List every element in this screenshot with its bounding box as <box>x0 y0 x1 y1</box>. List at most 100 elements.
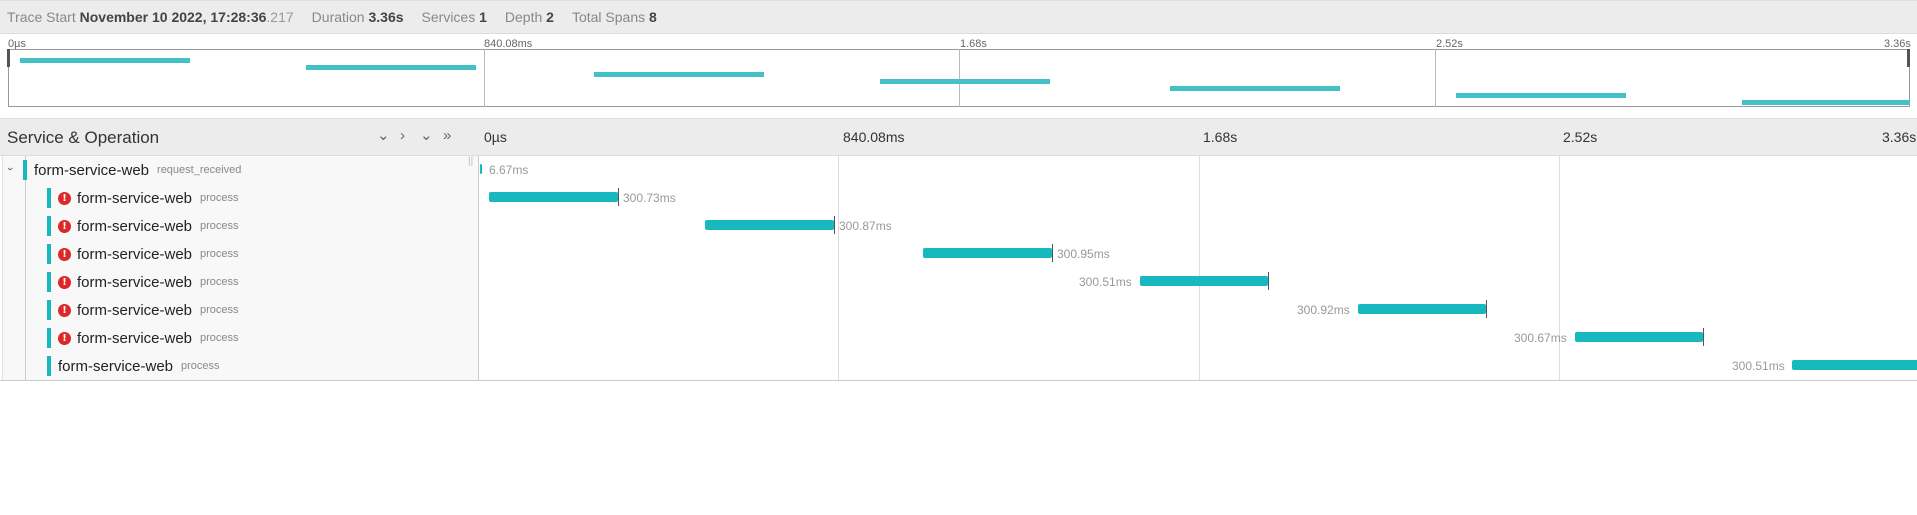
service-color-marker <box>47 216 51 236</box>
duration-label: Duration <box>311 9 365 25</box>
depth-value: 2 <box>546 9 554 25</box>
service-color-marker <box>47 272 51 292</box>
minimap-gridline <box>1435 49 1436 107</box>
span-duration: 6.67ms <box>489 163 529 177</box>
span-end-marker <box>1703 328 1704 346</box>
span-label[interactable]: form-service-web process <box>47 352 220 380</box>
span-bar[interactable] <box>1140 276 1268 286</box>
minimap-left-handle[interactable] <box>7 49 10 67</box>
service-color-marker <box>47 356 51 376</box>
error-icon: ! <box>58 219 71 233</box>
span-row[interactable]: ! form-service-web process 300.87ms <box>0 212 1917 240</box>
error-icon: ! <box>58 275 71 289</box>
span-bar[interactable] <box>1358 304 1486 314</box>
trace-services: Services 1 <box>422 9 487 25</box>
span-rows: || › form-service-web request_received 6… <box>0 156 1917 381</box>
trace-duration: Duration 3.36s <box>312 9 404 25</box>
total-spans-value: 8 <box>649 9 657 25</box>
operation-name: process <box>200 248 239 260</box>
trace-total-spans: Total Spans 8 <box>572 9 657 25</box>
minimap-span <box>306 65 476 70</box>
duration-value: 3.36s <box>368 9 404 25</box>
service-color-marker <box>47 328 51 348</box>
span-duration: 300.92ms <box>1297 303 1350 317</box>
span-duration: 300.87ms <box>839 219 892 233</box>
operation-name: process <box>200 332 239 344</box>
span-row[interactable]: ! form-service-web process 300.92ms <box>0 296 1917 324</box>
service-color-marker <box>47 300 51 320</box>
minimap-span <box>1456 93 1626 98</box>
timeline-header: Service & Operation ⌄ › ⌄ » 0µs 840.08ms… <box>0 118 1917 156</box>
service-name: form-service-web <box>34 161 150 179</box>
span-duration: 300.51ms <box>1079 275 1132 289</box>
minimap-span <box>20 58 190 63</box>
span-label[interactable]: ! form-service-web process <box>47 240 239 268</box>
span-end-marker <box>618 188 619 206</box>
span-duration: 300.51ms <box>1732 359 1785 373</box>
minimap-gridline <box>959 49 960 107</box>
span-end-marker <box>1268 272 1269 290</box>
service-color-marker <box>47 188 51 208</box>
span-label[interactable]: ! form-service-web process <box>47 324 239 352</box>
minimap-right-handle[interactable] <box>1907 49 1910 67</box>
span-bar[interactable] <box>923 248 1052 258</box>
services-label: Services <box>421 9 476 25</box>
trace-minimap[interactable]: 0µs 840.08ms 1.68s 2.52s 3.36s <box>0 34 1917 116</box>
depth-label: Depth <box>504 9 543 25</box>
span-row[interactable]: ! form-service-web process 300.67ms <box>0 324 1917 352</box>
operation-name: process <box>200 304 239 316</box>
span-bar[interactable] <box>480 164 482 174</box>
trace-summary-bar: Trace Start November 10 2022, 17:28:36.2… <box>0 0 1917 34</box>
span-duration: 300.95ms <box>1057 247 1110 261</box>
timeline-tick-label: 1.68s <box>1203 129 1238 145</box>
span-bar[interactable] <box>1575 332 1703 342</box>
span-row[interactable]: › form-service-web request_received 6.67… <box>0 156 1917 184</box>
services-value: 1 <box>479 9 487 25</box>
trace-start-value: November 10 2022, 17:28:36 <box>79 9 267 25</box>
span-label[interactable]: form-service-web request_received <box>23 156 241 184</box>
chevron-down-icon[interactable]: › <box>3 167 17 171</box>
expand-one-icon[interactable]: › <box>400 128 405 144</box>
minimap-span <box>880 79 1050 84</box>
collapse-one-icon[interactable]: ⌄ <box>377 128 390 144</box>
service-name: form-service-web <box>77 301 193 319</box>
span-label[interactable]: ! form-service-web process <box>47 296 239 324</box>
service-color-marker <box>47 244 51 264</box>
error-icon: ! <box>58 247 71 261</box>
total-spans-label: Total Spans <box>571 9 646 25</box>
collapse-all-icon[interactable]: » <box>443 128 451 144</box>
span-end-marker <box>1486 300 1487 318</box>
service-name: form-service-web <box>77 245 193 263</box>
operation-name: process <box>200 192 239 204</box>
error-icon: ! <box>58 303 71 317</box>
trace-depth: Depth 2 <box>505 9 554 25</box>
span-row[interactable]: ! form-service-web process 300.51ms <box>0 268 1917 296</box>
timeline-tick-label: 840.08ms <box>843 129 905 145</box>
span-row[interactable]: ! form-service-web process 300.95ms <box>0 240 1917 268</box>
service-operation-title: Service & Operation <box>7 128 160 147</box>
span-bar[interactable] <box>705 220 834 230</box>
span-row[interactable]: form-service-web process 300.51ms <box>0 352 1917 380</box>
span-duration: 300.73ms <box>623 191 676 205</box>
trace-start-label: Trace Start <box>7 9 76 25</box>
expand-all-icon[interactable]: ⌄ <box>420 128 433 144</box>
timeline-tick-label: 2.52s <box>1563 129 1598 145</box>
span-bar[interactable] <box>489 192 618 202</box>
trace-start: Trace Start November 10 2022, 17:28:36.2… <box>7 9 294 25</box>
span-label[interactable]: ! form-service-web process <box>47 268 239 296</box>
operation-name: process <box>181 360 220 372</box>
span-row[interactable]: ! form-service-web process 300.73ms <box>0 184 1917 212</box>
service-name: form-service-web <box>58 357 174 375</box>
minimap-span <box>1742 100 1910 105</box>
minimap-span <box>1170 86 1340 91</box>
minimap-span <box>594 72 764 77</box>
timeline-tick-label: 3.36s <box>1882 129 1917 145</box>
service-name: form-service-web <box>77 329 193 347</box>
span-label[interactable]: ! form-service-web process <box>47 184 239 212</box>
operation-name: process <box>200 276 239 288</box>
service-color-marker <box>23 160 27 180</box>
span-end-marker <box>834 216 835 234</box>
span-label[interactable]: ! form-service-web process <box>47 212 239 240</box>
trace-start-ms: .217 <box>266 9 294 25</box>
span-bar[interactable] <box>1792 360 1917 370</box>
